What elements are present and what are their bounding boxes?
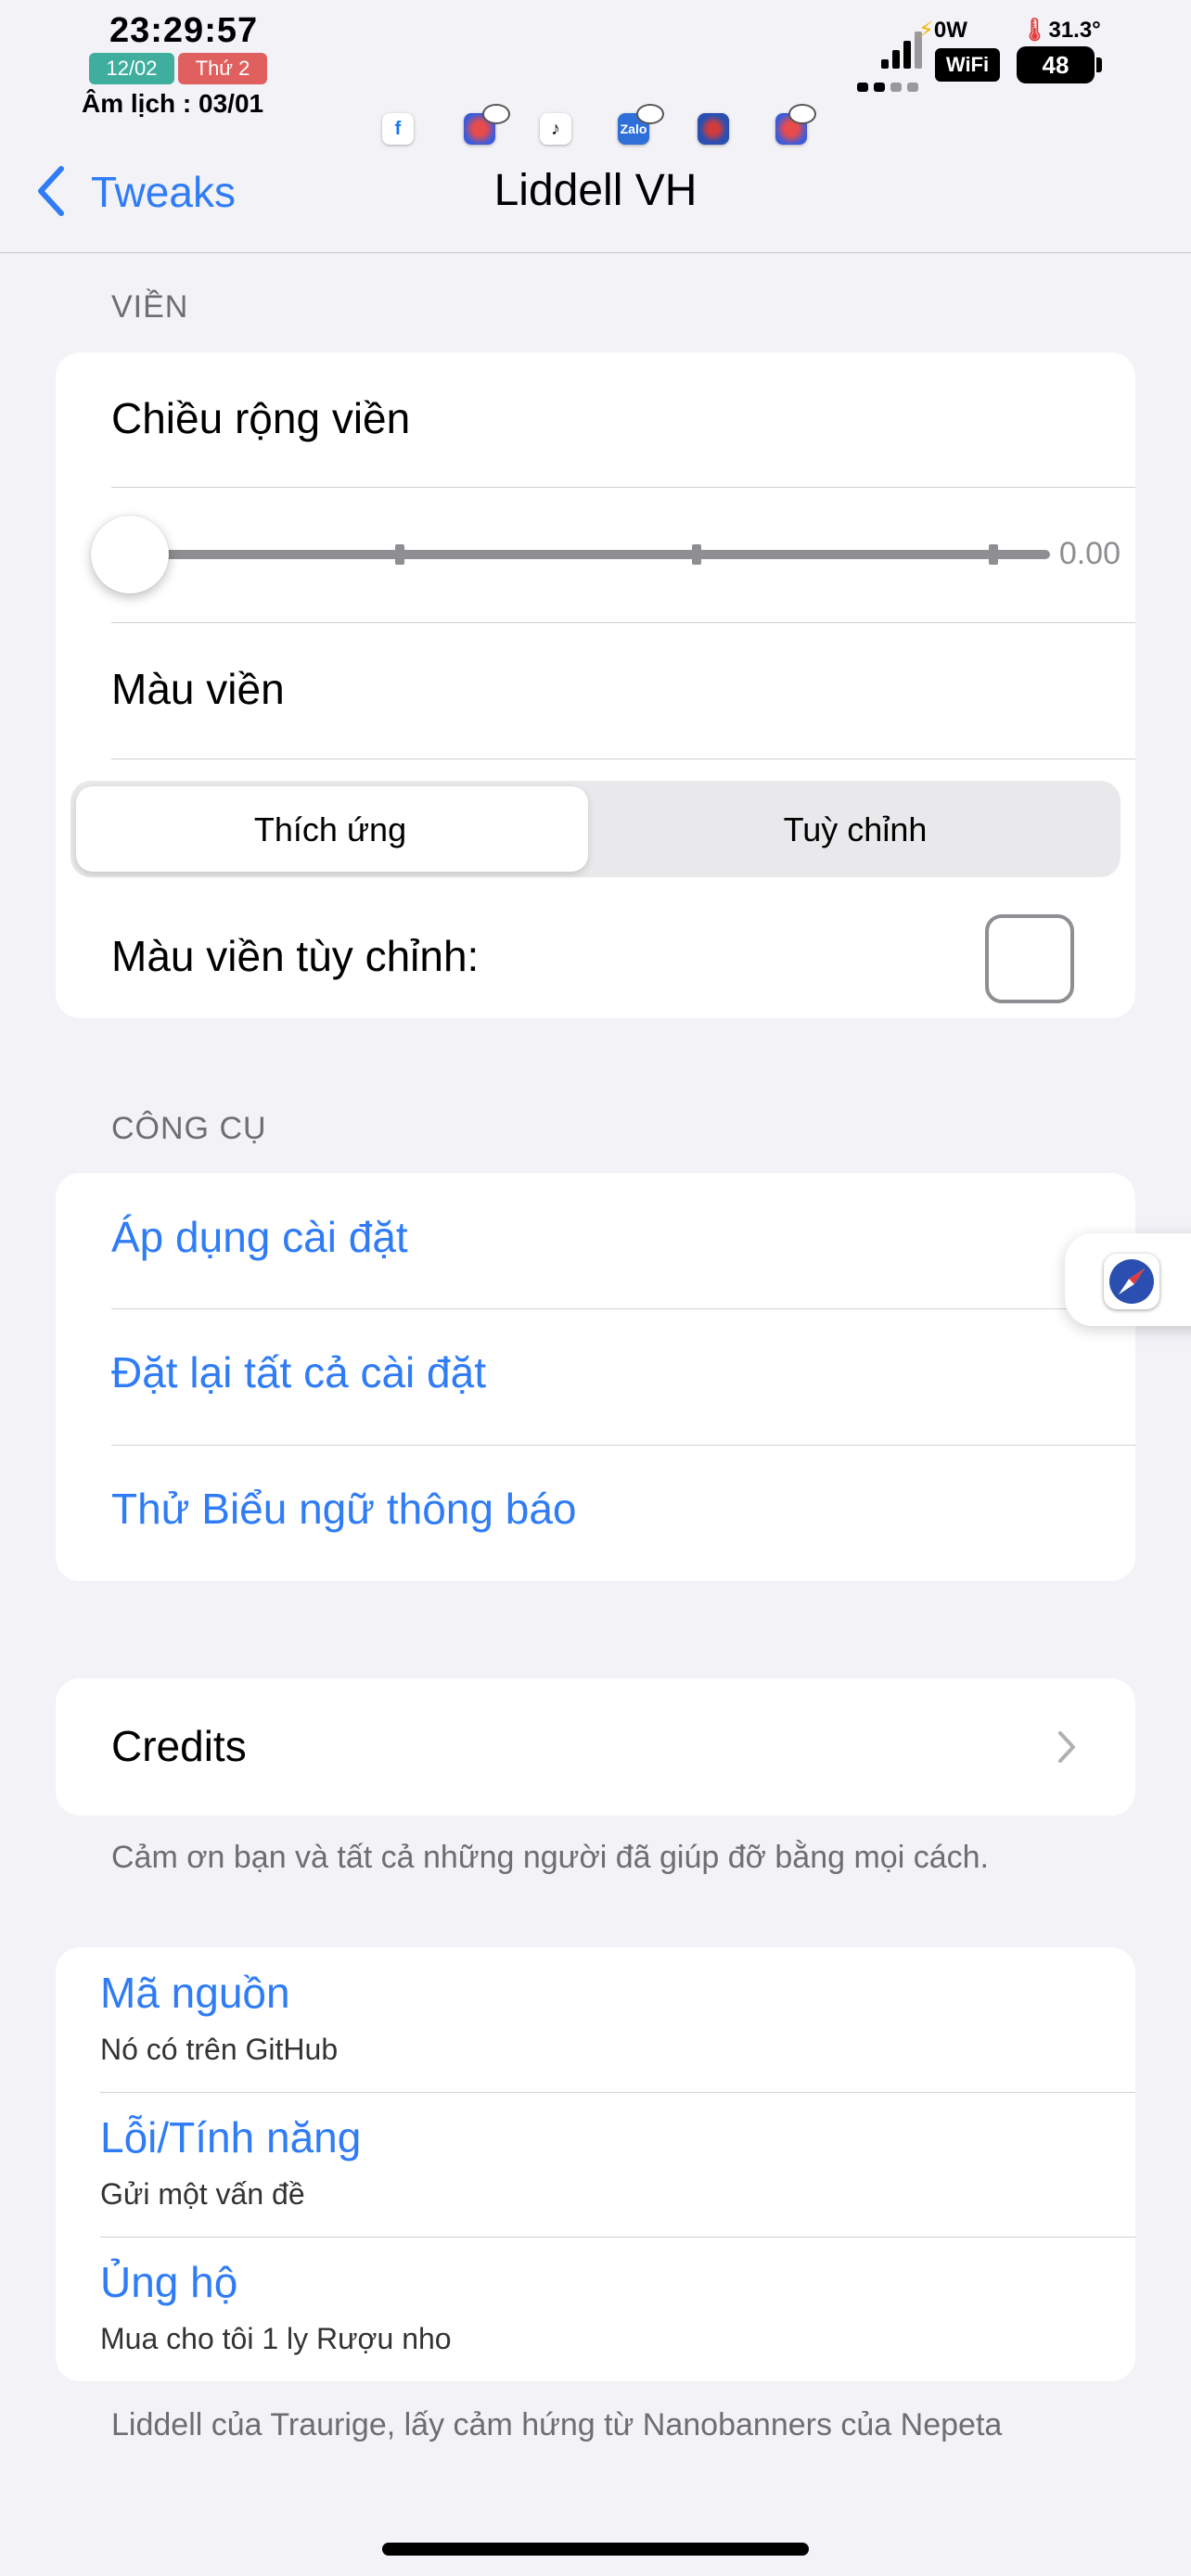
battery-level: 48 [1017, 46, 1095, 83]
slider-value: 0.00 [1058, 536, 1121, 571]
temperature-readout: 🌡31.3° [1020, 18, 1101, 43]
segment-adaptive[interactable]: Thích ứng [70, 810, 590, 849]
segment-custom[interactable]: Tuỳ chỉnh [596, 810, 1115, 849]
tools-card: Áp dụng cài đặt Đặt lại tất cả cài đặt T… [56, 1173, 1135, 1581]
divider [111, 622, 1135, 623]
home-indicator[interactable] [382, 2543, 809, 2556]
credits-footer: Cảm ơn bạn và tất cả những người đã giúp… [111, 1840, 989, 1875]
notification-dot [636, 104, 664, 124]
section-header-border: VIỀN [111, 289, 189, 325]
credits-label: Credits [111, 1722, 247, 1770]
slider-thumb[interactable] [91, 516, 169, 593]
divider [111, 1445, 1135, 1446]
reset-settings-button[interactable]: Đặt lại tất cả cài đặt [111, 1347, 486, 1397]
compass-icon [1104, 1254, 1159, 1309]
about-footer: Liddell của Traurige, lấy cảm hứng từ Na… [111, 2407, 1003, 2442]
border-color-mode-control: Thích ứng Tuỳ chỉnh [70, 781, 1121, 877]
chevron-right-icon [1058, 1731, 1075, 1763]
notification-dot [482, 104, 510, 124]
link-title: Mã nguồn [100, 1969, 290, 2017]
page-title: Liddell VH [493, 166, 698, 215]
notification-dot [788, 104, 816, 124]
link-subtitle: Mua cho tôi 1 ly Rượu nho [100, 2322, 452, 2355]
weekday-badge: Thứ 2 [178, 53, 267, 84]
border-width-label: Chiều rộng viền [111, 394, 411, 442]
link-title: Ủng hộ [100, 2258, 238, 2306]
source-code-link[interactable]: Mã nguồn Nó có trên GitHub [56, 1947, 1135, 2092]
divider [111, 487, 1135, 488]
slider-tick [395, 544, 404, 565]
custom-border-color-label: Màu viền tùy chỉnh: [111, 932, 480, 980]
cellular-signal-icon [881, 32, 922, 69]
divider [111, 1308, 1135, 1309]
slider-tick [692, 544, 701, 565]
donate-link[interactable]: Ủng hộ Mua cho tôi 1 ly Rượu nho [56, 2237, 1135, 2381]
floating-assistive-button[interactable] [1065, 1233, 1191, 1326]
wifi-indicator: WiFi [935, 48, 1000, 82]
power-readout: ⚡0W [918, 18, 967, 43]
test-banner-button[interactable]: Thử Biểu ngữ thông báo [111, 1484, 577, 1534]
power-value: 0W [933, 18, 967, 43]
link-subtitle: Nó có trên GitHub [100, 2033, 339, 2066]
bug-feature-link[interactable]: Lỗi/Tính năng Gửi một vấn đề [56, 2092, 1135, 2237]
lunar-date: Âm lịch : 03/01 [82, 89, 264, 118]
date-badge: 12/02 [89, 53, 174, 84]
border-color-label: Màu viền [111, 665, 285, 713]
slider-tick [989, 544, 998, 565]
link-title: Lỗi/Tính năng [100, 2113, 362, 2162]
temperature-value: 31.3° [1048, 18, 1101, 43]
slider-track[interactable] [163, 550, 1050, 559]
color-picker-well[interactable] [985, 914, 1074, 1003]
border-settings-card: Chiều rộng viền 0.00 Màu viền Thích ứng … [56, 352, 1135, 1018]
clock: 23:29:57 [109, 11, 259, 50]
page-dots [857, 80, 924, 96]
status-bar: 23:29:57 12/02 Thứ 2 Âm lịch : 03/01 f ♪… [0, 0, 1191, 145]
links-card: Mã nguồn Nó có trên GitHub Lỗi/Tính năng… [56, 1947, 1135, 2381]
navigation-bar: Tweaks Liddell VH [0, 139, 1191, 253]
section-header-tools: CÔNG CỤ [111, 1111, 267, 1146]
apply-settings-button[interactable]: Áp dụng cài đặt [111, 1212, 408, 1262]
link-subtitle: Gửi một vấn đề [100, 2177, 305, 2211]
credits-card[interactable]: Credits [56, 1678, 1135, 1816]
battery-tip [1096, 57, 1102, 72]
